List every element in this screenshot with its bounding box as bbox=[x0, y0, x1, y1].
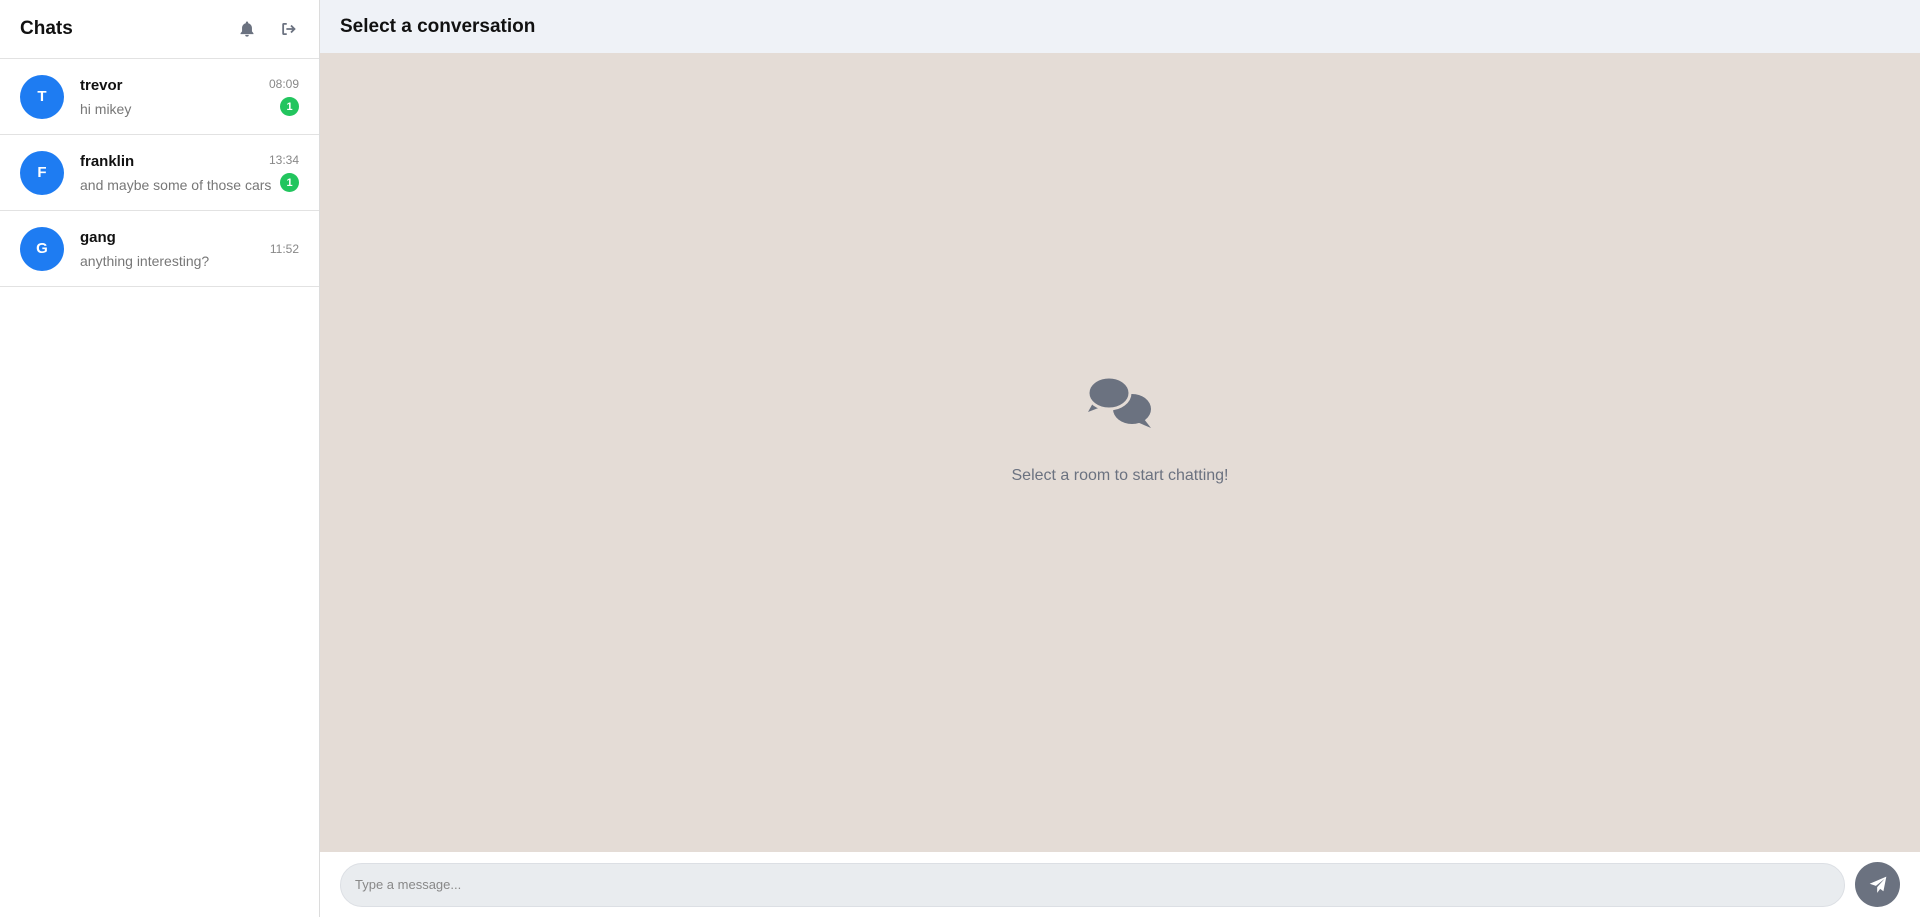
bell-icon[interactable] bbox=[237, 19, 257, 39]
unread-badge: 1 bbox=[280, 97, 299, 116]
room-time: 08:09 bbox=[268, 77, 299, 91]
avatar: F bbox=[20, 150, 64, 195]
room-body: trevor hi mikey bbox=[80, 77, 299, 117]
room-body: gang anything interesting? bbox=[80, 229, 299, 269]
sidebar: Chats T trevor hi mikey 08:09 1 F frankl… bbox=[0, 0, 320, 917]
room-item-franklin[interactable]: F franklin and maybe some of those cars … bbox=[0, 135, 319, 211]
room-meta: 13:34 1 bbox=[269, 135, 299, 210]
message-input[interactable] bbox=[340, 862, 1845, 907]
room-item-gang[interactable]: G gang anything interesting? 11:52 bbox=[0, 211, 319, 287]
room-last-message: anything interesting? bbox=[80, 252, 210, 269]
room-meta: 11:52 bbox=[270, 211, 299, 286]
room-last-message: and maybe some of those cars bbox=[80, 176, 272, 193]
room-meta: 08:09 1 bbox=[269, 59, 299, 134]
avatar: T bbox=[20, 74, 64, 119]
room-time: 11:52 bbox=[269, 241, 299, 256]
sidebar-title: Chats bbox=[20, 18, 73, 39]
chat-bubbles-icon bbox=[1086, 375, 1153, 435]
empty-state: Select a room to start chatting! bbox=[1011, 375, 1229, 485]
room-item-trevor[interactable]: T trevor hi mikey 08:09 1 bbox=[0, 59, 319, 135]
conversation-header: Select a conversation bbox=[320, 0, 1920, 53]
conversation-title: Select a conversation bbox=[340, 15, 536, 37]
avatar: G bbox=[20, 226, 64, 271]
unread-badge: 1 bbox=[280, 173, 299, 192]
chat-app: Chats T trevor hi mikey 08:09 1 F frankl… bbox=[0, 0, 1920, 917]
room-list: T trevor hi mikey 08:09 1 F franklin and… bbox=[0, 59, 319, 287]
room-time: 13:34 bbox=[268, 153, 299, 167]
conversation-panel: Select a conversation Select a room to s… bbox=[320, 0, 1920, 917]
message-composer bbox=[320, 852, 1920, 917]
logout-icon[interactable] bbox=[279, 19, 299, 39]
room-name: gang bbox=[80, 228, 116, 246]
header-actions bbox=[237, 19, 299, 39]
room-name: franklin bbox=[80, 152, 135, 170]
empty-state-message: Select a room to start chatting! bbox=[1011, 466, 1229, 484]
send-button[interactable] bbox=[1855, 862, 1900, 907]
room-last-message: hi mikey bbox=[80, 100, 132, 117]
paper-plane-icon bbox=[1869, 876, 1886, 893]
room-body: franklin and maybe some of those cars bbox=[80, 153, 299, 193]
room-name: trevor bbox=[80, 76, 123, 94]
sidebar-header: Chats bbox=[0, 0, 319, 59]
messages-area: Select a room to start chatting! bbox=[320, 53, 1920, 852]
